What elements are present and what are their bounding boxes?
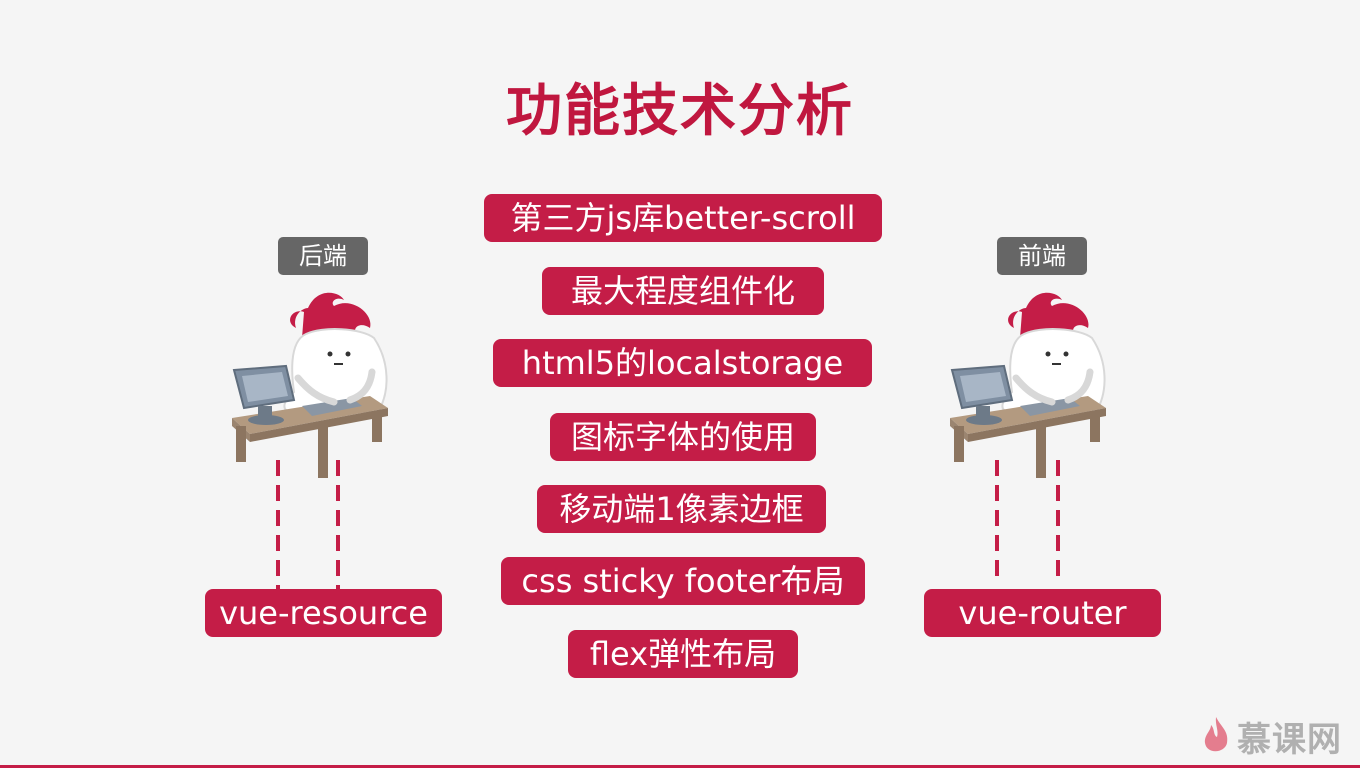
vue-resource-label: vue-resource <box>205 589 442 637</box>
feature-pill: 第三方js库better-scroll <box>484 194 882 242</box>
feature-pill: css sticky footer布局 <box>501 557 865 605</box>
feature-pill: 移动端1像素边框 <box>537 485 826 533</box>
feature-pill: flex弹性布局 <box>568 630 798 678</box>
feature-pill: 最大程度组件化 <box>542 267 824 315</box>
flame-icon <box>1204 717 1228 752</box>
dashed-connector-lines <box>995 460 999 584</box>
feature-pill: 图标字体的使用 <box>550 413 816 461</box>
feature-pill: html5的localstorage <box>493 339 872 387</box>
slide: 功能技术分析 第三方js库better-scroll 最大程度组件化 html5… <box>0 0 1360 768</box>
slide-title: 功能技术分析 <box>506 79 854 144</box>
backend-tag: 后端 <box>278 237 368 275</box>
dashed-connector-lines <box>1056 460 1060 584</box>
vue-router-label: vue-router <box>924 589 1161 637</box>
imooc-logo: 慕课网 <box>1201 710 1342 762</box>
frontend-tag: 前端 <box>997 237 1087 275</box>
dashed-connector-lines <box>336 460 340 590</box>
logo-text: 慕课网 <box>1237 719 1342 760</box>
